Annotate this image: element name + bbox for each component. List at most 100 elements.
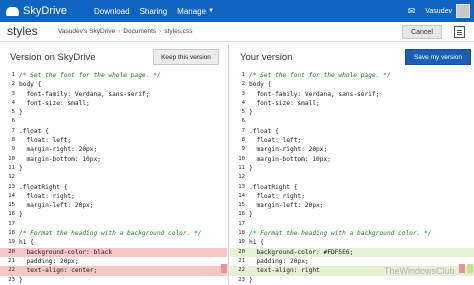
code-line[interactable]: 21 padding: 20px; (0, 257, 227, 266)
your-version-pane: Your version Save my version 1 /* Set the… (230, 45, 474, 285)
line-text: font-size: small; (19, 99, 90, 107)
line-text: .float { (19, 127, 49, 135)
pane-divider[interactable] (228, 45, 229, 285)
line-text: font-family: Verdana, sans-serif; (249, 90, 380, 98)
save-version-button[interactable]: Save my version (405, 49, 471, 65)
line-number: 22 (238, 267, 245, 274)
code-line[interactable]: 16} (0, 210, 227, 219)
nav-manage[interactable]: Manage ▼ (177, 7, 214, 16)
code-line[interactable]: 23} (0, 276, 227, 285)
code-line[interactable]: 4 font-size: small; (230, 99, 474, 108)
line-number: 16 (8, 211, 15, 218)
code-line[interactable]: 7 .float { (0, 127, 227, 136)
line-number: 14 (8, 192, 15, 199)
code-line[interactable]: 15 margin-left: 20px; (0, 201, 227, 210)
line-text: margin-right: 20px; (249, 146, 328, 154)
code-line[interactable]: 15 margin-left: 20px; (230, 201, 474, 210)
nav-download[interactable]: Download (94, 7, 130, 16)
left-code-view[interactable]: 1/* Set the font for the whole page. */2… (0, 71, 227, 285)
code-line[interactable]: 1 /* Set the font for the whole page. */ (0, 71, 227, 80)
line-text: } (249, 276, 253, 284)
brand[interactable]: SkyDrive (0, 5, 84, 17)
line-number: 7 (241, 127, 245, 134)
code-line[interactable]: 5} (230, 108, 474, 117)
line-number: 3 (11, 90, 15, 97)
code-line[interactable]: 22 text-align: center; (0, 266, 227, 276)
code-line[interactable]: 6 (230, 117, 474, 126)
code-line[interactable]: 17 (230, 220, 474, 229)
code-line[interactable]: 4 font-size: small; (0, 99, 227, 108)
message-icon[interactable]: ✉ (408, 6, 416, 17)
code-line[interactable]: 11} (0, 164, 227, 173)
code-line[interactable]: 14 float: right; (230, 192, 474, 201)
code-line[interactable]: 13 .floatRight { (0, 183, 227, 192)
line-number: 18 (238, 230, 245, 237)
nav-sharing[interactable]: Sharing (140, 7, 168, 16)
line-number: 9 (11, 146, 15, 153)
line-number: 13 (238, 183, 245, 190)
code-line[interactable]: 9 margin-right: 20px; (230, 145, 474, 154)
code-line[interactable]: 18 /* Format the heading with a backgroun… (230, 229, 474, 238)
line-text: margin-bottom: 10px; (249, 155, 331, 163)
left-pane-title: Version on SkyDrive (10, 52, 96, 63)
keep-version-button[interactable]: Keep this version (153, 49, 219, 65)
line-number: 23 (8, 276, 15, 283)
code-line[interactable]: 6 (0, 117, 227, 126)
breadcrumb-documents[interactable]: Documents (123, 28, 156, 35)
code-line[interactable]: 20 background-color: black (0, 247, 227, 257)
line-number: 19 (238, 239, 245, 246)
line-number: 2 (241, 81, 245, 88)
line-text: .floatRight { (249, 183, 298, 191)
line-number: 18 (8, 230, 15, 237)
code-line[interactable]: 10 margin-bottom: 10px; (0, 155, 227, 164)
line-text: /* Format the heading with a background … (249, 230, 432, 238)
line-number: 20 (8, 248, 15, 255)
cancel-button[interactable]: Cancel (402, 25, 442, 39)
code-line[interactable]: 3 font-family: Verdana, sans-serif; (0, 90, 227, 99)
code-line[interactable]: 11} (230, 164, 474, 173)
code-line[interactable]: 12 (230, 173, 474, 182)
right-code-view[interactable]: 1/* Set the font for the whole page. */2… (230, 71, 474, 285)
code-line[interactable]: 14 float: right; (0, 192, 227, 201)
code-line[interactable]: 2 body { (230, 80, 474, 89)
line-text: /* Set the font for the whole page. */ (249, 72, 391, 79)
user-name[interactable]: Vasudev (425, 8, 452, 15)
code-line[interactable]: 16} (230, 210, 474, 219)
line-number: 4 (11, 99, 15, 106)
line-text: margin-left: 20px; (249, 202, 324, 210)
code-line[interactable]: 17 (0, 220, 227, 229)
code-line[interactable]: 3 font-family: Verdana, sans-serif; (230, 90, 474, 99)
avatar[interactable] (456, 4, 470, 18)
code-line[interactable]: 7 .float { (230, 127, 474, 136)
breadcrumb-file: styles.css (164, 28, 193, 35)
code-line[interactable]: 21 padding: 20px; (230, 257, 474, 266)
line-text: } (249, 211, 253, 219)
code-line[interactable]: 19 h1 { (230, 238, 474, 247)
code-line[interactable]: 10 margin-bottom: 10px; (230, 155, 474, 164)
line-text (249, 117, 474, 126)
line-number: 21 (238, 257, 245, 264)
line-number: 20 (238, 248, 245, 255)
nav-sharing-label: Sharing (139, 6, 168, 16)
line-text: background-color: #FDF5E6; (249, 248, 354, 256)
left-diff-marker[interactable] (221, 264, 227, 273)
line-number: 17 (238, 220, 245, 227)
code-line[interactable]: 23} (230, 276, 474, 285)
code-line[interactable]: 9 margin-right: 20px; (0, 145, 227, 154)
code-line[interactable]: 19 h1 { (0, 238, 227, 247)
code-line[interactable]: 1 /* Set the font for the whole page. */ (230, 71, 474, 80)
code-line[interactable]: 8 float: left; (0, 136, 227, 145)
code-line[interactable]: 8 float: left; (230, 136, 474, 145)
document-icon[interactable] (454, 26, 465, 38)
top-right-controls: ✉ Vasudev (400, 0, 470, 22)
code-line[interactable]: 13 .floatRight { (230, 183, 474, 192)
code-line[interactable]: 20 background-color: #FDF5E6; (230, 247, 474, 257)
line-text: margin-right: 20px; (19, 146, 98, 154)
code-line[interactable]: 12 (0, 173, 227, 182)
breadcrumb-skydrive[interactable]: Vasudev's SkyDrive (58, 28, 115, 35)
code-line[interactable]: 5} (0, 108, 227, 117)
code-line[interactable]: 2 body { (0, 80, 227, 89)
right-diff-marker-add[interactable] (467, 264, 473, 273)
code-line[interactable]: 18 /* Format the heading with a backgroun… (0, 229, 227, 238)
right-diff-marker[interactable] (459, 264, 465, 273)
